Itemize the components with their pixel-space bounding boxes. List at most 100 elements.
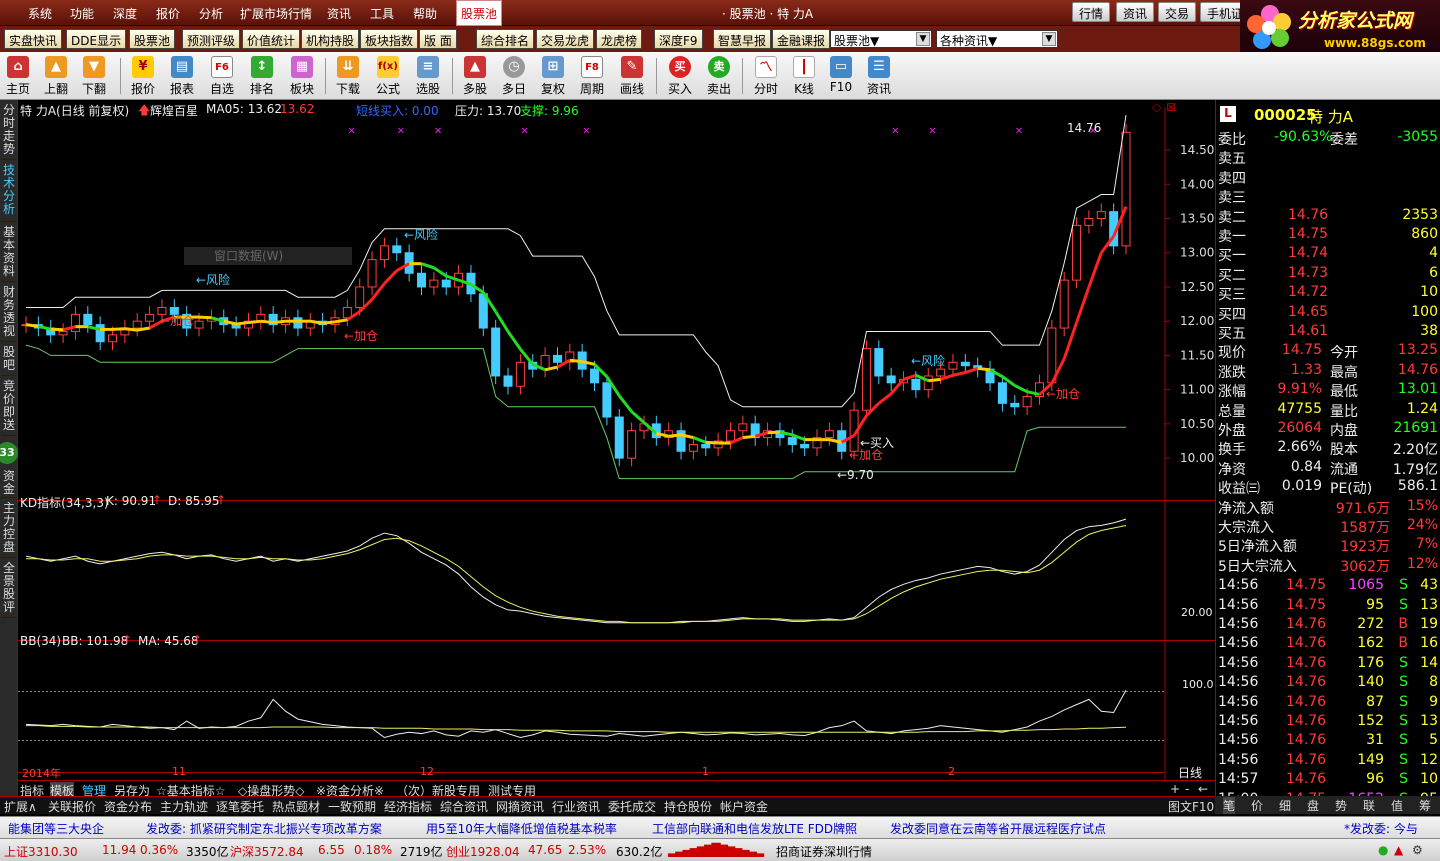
panel-tab-0[interactable]: 笔 [1223,797,1236,814]
btn-institution[interactable]: 机构持股 [301,29,360,49]
kline-button[interactable]: ┃ K线 [786,54,822,98]
tab-review[interactable]: 全景股评 [1,562,17,618]
btn-fund-dist[interactable]: 资金分布 [104,798,152,815]
sector-button[interactable]: ▦ 板块 [284,54,320,98]
scroll-left-icon[interactable]: ← [1198,782,1208,796]
btn-expand[interactable]: 扩展∧ [4,798,37,815]
btn-dragon-list[interactable]: 龙虎榜 [596,29,643,49]
draw-line-button[interactable]: ✎ 画线 [614,54,650,98]
menu-help[interactable]: 帮助 [413,5,437,22]
panel-tab-1[interactable]: 价 [1251,797,1263,814]
btn-consensus[interactable]: 一致预期 [328,798,376,815]
news-item-5[interactable]: 发改委同意在云南等省开展远程医疗试点 [890,820,1106,837]
tab-fundamentals[interactable]: 基本资料 [1,226,17,282]
f10-button[interactable]: ▭ F10 [823,54,859,98]
select-stock-button[interactable]: ≡ 选股 [410,54,446,98]
tab-trade[interactable]: 交易 [1158,2,1197,22]
btn-economic[interactable]: 经济指标 [384,798,432,815]
menu-quote[interactable]: 报价 [156,5,180,22]
news-item-1[interactable]: 能集团等三大央企 [8,820,104,837]
btn-morning-news[interactable]: 智慧早报 [713,29,772,49]
menu-function[interactable]: 功能 [70,5,94,22]
tab-auction[interactable]: 竞价即送 [1,380,17,436]
menu-system[interactable]: 系统 [28,5,52,22]
watchlist-button[interactable]: F6 自选 [204,54,240,98]
btn-industry-news[interactable]: 行业资讯 [552,798,600,815]
btn-order-trades[interactable]: 委托成交 [608,798,656,815]
panel-tab-5[interactable]: 联 [1363,797,1375,814]
btn-composite-news[interactable]: 综合资讯 [440,798,488,815]
home-button[interactable]: ⌂ 主页 [0,54,36,98]
btn-main-track[interactable]: 主力轨迹 [160,798,208,815]
close-pane-icon[interactable]: ⊠ [1166,100,1176,114]
btn-depth-f9[interactable]: 深度F9 [654,29,703,49]
btn-value-stats[interactable]: 价值统计 [242,29,301,49]
multi-day-button[interactable]: ◷ 多日 [496,54,532,98]
btn-sector-index[interactable]: 板块指数 [360,29,419,49]
menu-depth[interactable]: 深度 [113,5,137,22]
rank-button[interactable]: ↕ 排名 [244,54,280,98]
btn-hot-topics[interactable]: 热点题材 [272,798,320,815]
tab-info[interactable]: 资讯 [1116,2,1155,22]
menu-tools[interactable]: 工具 [370,5,394,22]
menu-stock-pool[interactable]: 股票池 [456,0,503,26]
quote-button[interactable]: ¥ 报价 [125,54,161,98]
btn-related-quote[interactable]: 关联报价 [48,798,96,815]
btn-rank[interactable]: 综合排名 [476,29,535,49]
menu-analysis[interactable]: 分析 [199,5,223,22]
news-select[interactable]: 各种资讯▼ ▼ [936,30,1058,48]
btn-dde[interactable]: DDE显示 [66,29,127,49]
period-label[interactable]: 日线 [1178,764,1202,781]
tab-financials[interactable]: 财务透视 [1,286,17,342]
tab-quotes[interactable]: 行情 [1072,2,1111,22]
btn-live-news[interactable]: 实盘快讯 [4,29,63,49]
alert-icon[interactable]: ▲ [1394,843,1403,857]
kline-chart[interactable]: 14.50 14.00 13.50 13.00 12.50 12.00 11.50 11.00… [18,100,1215,795]
news-item-6[interactable]: *发改委: 今与 [1344,820,1418,837]
index-chinext[interactable]: 创业1928.04 [446,843,520,860]
panel-tab-2[interactable]: 细 [1279,797,1291,814]
panel-tab-3[interactable]: 盘 [1307,797,1319,814]
zoom-out-icon[interactable]: - [1185,782,1189,796]
btn-order-detail[interactable]: 逐笔委托 [216,798,264,815]
index-hs[interactable]: 沪深3572.84 [230,843,304,860]
report-button[interactable]: ▤ 报表 [164,54,200,98]
btn-account-funds[interactable]: 帐户资金 [720,798,768,815]
zoom-in-icon[interactable]: + [1170,782,1180,796]
sell-button[interactable]: 卖卖出 [701,54,737,98]
btn-stock-pool[interactable]: 股票池 [129,29,176,49]
btn-f10-graphic[interactable]: 图文F10 [1168,798,1214,815]
index-shanghai[interactable]: 上证3310.30 [4,843,78,860]
page-up-button[interactable]: ▲ 上翻 [38,54,74,98]
news-item-4[interactable]: 工信部向联通和电信发放LTE FDD牌照 [652,820,857,837]
settings-icon[interactable]: ⚙ [1412,843,1423,857]
diamond-icon[interactable]: ◇ [1152,100,1161,114]
download-button[interactable]: ⇊ 下载 [330,54,366,98]
stock-pool-select[interactable]: 股票池▼ ▼ [830,30,932,48]
btn-holdings[interactable]: 持仓股份 [664,798,712,815]
news-button[interactable]: ☰ 资讯 [861,54,897,98]
panel-tab-7[interactable]: 筹 [1419,797,1431,814]
btn-finance-class[interactable]: 金融课报 [772,29,831,49]
buy-button[interactable]: 买买入 [662,54,698,98]
panel-tab-4[interactable]: 势 [1335,797,1347,814]
btn-layout[interactable]: 版 面 [419,29,457,49]
period-button[interactable]: F8 周期 [574,54,610,98]
tab-intraday[interactable]: 分时走势 [1,104,17,160]
adjust-button[interactable]: ⊞ 复权 [535,54,571,98]
intraday-button[interactable]: 〽分时 [748,54,784,98]
btn-web-news[interactable]: 网摘资讯 [496,798,544,815]
panel-tab-6[interactable]: 值 [1391,797,1403,814]
btn-forecast[interactable]: 预测评级 [182,29,241,49]
btn-trade-dragon[interactable]: 交易龙虎 [536,29,595,49]
connection-icon[interactable]: ● [1378,843,1388,857]
news-item-3[interactable]: 用5至10年大幅降低增值税基本税率 [426,820,617,837]
tab-technical[interactable]: 技术分析 [1,164,17,222]
page-down-button[interactable]: ▼ 下翻 [76,54,112,98]
menu-ext-market[interactable]: 扩展市场行情 [240,5,312,22]
tab-funds[interactable]: 资金 [1,470,17,498]
window-data-tooltip[interactable]: 窗口数据(W) [184,247,352,265]
multi-stock-button[interactable]: ▲ 多股 [457,54,493,98]
formula-button[interactable]: f(x) 公式 [370,54,406,98]
formula-name[interactable]: 辉煌百星 [150,102,198,119]
